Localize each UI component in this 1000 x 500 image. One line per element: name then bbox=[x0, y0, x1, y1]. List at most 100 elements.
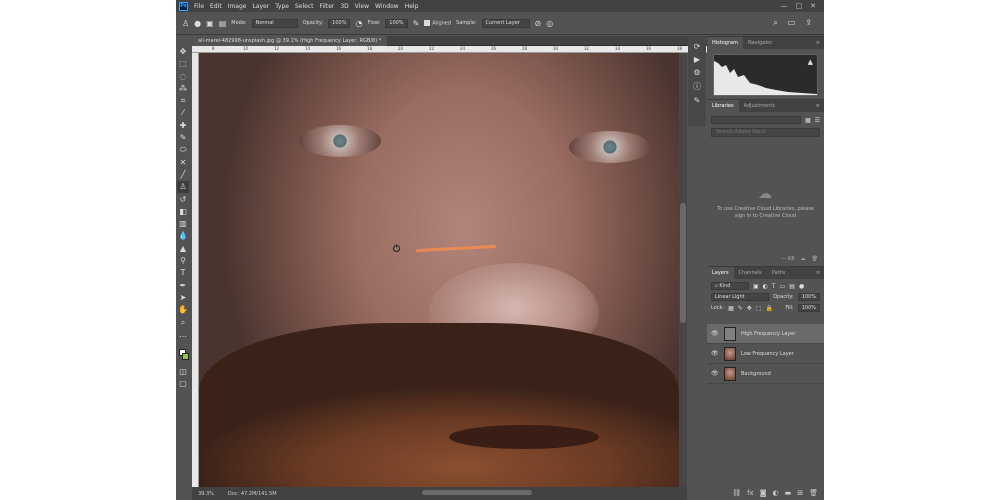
filter-smart-object-icon[interactable]: ▤ bbox=[789, 283, 795, 290]
gradient-tool-icon[interactable]: ▥ bbox=[177, 218, 189, 229]
crop-tool-icon[interactable]: ⌗ bbox=[177, 95, 189, 106]
brushes-panel-icon[interactable]: ✎ bbox=[694, 96, 701, 105]
opacity-field[interactable]: 100% bbox=[328, 18, 351, 28]
visibility-eye-icon[interactable]: 👁 bbox=[711, 370, 719, 377]
brush-tool-icon[interactable]: ✎ bbox=[177, 132, 189, 143]
screen-mode-icon[interactable]: ▢ bbox=[177, 378, 189, 389]
search-icon[interactable]: ⌕ bbox=[773, 18, 777, 28]
clone-stamp-tool-icon[interactable]: ♙ bbox=[177, 181, 189, 193]
patch-tool-icon[interactable]: ⬭ bbox=[177, 144, 189, 155]
layer-row-low-frequency[interactable]: 👁 Low Frequency Layer bbox=[707, 344, 824, 364]
minimize-icon[interactable]: — bbox=[781, 2, 788, 10]
more-tools-icon[interactable]: … bbox=[177, 329, 189, 340]
panel-menu-icon[interactable]: ≡ bbox=[816, 267, 820, 279]
tab-adjustments[interactable]: Adjustments bbox=[739, 100, 780, 112]
history-brush-tool-icon[interactable]: ↺ bbox=[177, 194, 189, 205]
quick-mask-icon[interactable]: ◫ bbox=[177, 366, 189, 377]
visibility-eye-icon[interactable]: 👁 bbox=[711, 330, 719, 337]
layer-row-high-frequency[interactable]: 👁 High Frequency Layer bbox=[707, 324, 824, 344]
doc-size[interactable]: Doc: 47.2M/141.5M bbox=[228, 491, 277, 497]
document-tab[interactable]: ali-marel-482998-unsplash.jpg @ 39.1% (H… bbox=[192, 36, 388, 46]
path-selection-tool-icon[interactable]: ➤ bbox=[177, 292, 189, 303]
menu-select[interactable]: Select bbox=[295, 3, 314, 10]
list-view-icon[interactable]: ☰ bbox=[815, 117, 820, 124]
menu-image[interactable]: Image bbox=[228, 3, 247, 10]
background-color-swatch[interactable] bbox=[182, 353, 189, 361]
blur-tool-icon[interactable]: 💧 bbox=[177, 230, 189, 241]
marquee-tool-icon[interactable]: ⬚ bbox=[177, 58, 189, 69]
tab-channels[interactable]: Channels bbox=[734, 267, 767, 279]
vertical-scrollbar[interactable] bbox=[679, 53, 687, 487]
menu-edit[interactable]: Edit bbox=[210, 3, 222, 10]
library-select[interactable] bbox=[711, 116, 801, 124]
pressure-size-icon[interactable]: ◎ bbox=[546, 19, 553, 28]
maximize-icon[interactable]: □ bbox=[796, 2, 803, 10]
lasso-tool-icon[interactable]: ◌ bbox=[177, 71, 189, 82]
tab-libraries[interactable]: Libraries bbox=[707, 100, 739, 112]
eyedropper-tool-icon[interactable]: ⁄ bbox=[177, 107, 189, 118]
aligned-checkbox[interactable]: Aligned bbox=[424, 19, 451, 26]
menu-file[interactable]: File bbox=[194, 3, 204, 10]
zoom-level[interactable]: 39.3% bbox=[198, 491, 214, 497]
link-icon[interactable]: ⛓ bbox=[732, 489, 741, 497]
stock-search-input[interactable]: Search Adobe Stock bbox=[711, 128, 820, 137]
fx-icon[interactable]: fx bbox=[747, 489, 754, 497]
panel-menu-icon[interactable]: ≡ bbox=[816, 37, 820, 49]
tab-navigator[interactable]: Navigator bbox=[743, 37, 777, 49]
filter-shape-icon[interactable]: ▭ bbox=[780, 283, 786, 290]
menu-help[interactable]: Help bbox=[405, 3, 419, 10]
brush-preset-picker-icon[interactable]: ● bbox=[194, 19, 201, 28]
new-layer-icon[interactable]: ⊞ bbox=[797, 489, 803, 497]
lock-transparent-icon[interactable]: ▦ bbox=[728, 305, 734, 312]
menu-window[interactable]: Window bbox=[375, 3, 399, 10]
workspace-icon[interactable]: ▭ bbox=[788, 18, 796, 28]
menu-view[interactable]: View bbox=[355, 3, 369, 10]
blend-mode-select[interactable]: Linear Light bbox=[711, 293, 770, 301]
pressure-opacity-icon[interactable]: ◔ bbox=[355, 19, 362, 28]
lock-all-icon[interactable]: 🔒 bbox=[766, 305, 773, 312]
lock-pixels-icon[interactable]: ✎ bbox=[738, 305, 743, 312]
tab-histogram[interactable]: Histogram bbox=[707, 37, 743, 49]
sample-select[interactable]: Current Layer bbox=[481, 18, 530, 28]
hand-tool-icon[interactable]: ✋ bbox=[177, 304, 189, 315]
layer-opacity-field[interactable]: 100% bbox=[797, 293, 820, 301]
cache-warning-icon[interactable]: ▲ bbox=[808, 58, 813, 66]
menu-layer[interactable]: Layer bbox=[252, 3, 269, 10]
filter-pixel-icon[interactable]: ▣ bbox=[753, 283, 759, 290]
tab-layers[interactable]: Layers bbox=[707, 267, 734, 279]
lock-artboard-icon[interactable]: ⬚ bbox=[756, 305, 762, 312]
move-tool-icon[interactable]: ✥ bbox=[177, 46, 189, 57]
content-aware-move-tool-icon[interactable]: ✕ bbox=[177, 157, 189, 168]
layer-filter-select[interactable]: ⌕ Kind bbox=[711, 282, 749, 290]
menu-type[interactable]: Type bbox=[275, 3, 289, 10]
visibility-eye-icon[interactable]: 👁 bbox=[711, 350, 719, 357]
info-panel-icon[interactable]: ⓘ bbox=[693, 81, 701, 92]
eraser-tool-icon[interactable]: ◧ bbox=[177, 206, 189, 217]
filter-adjustment-icon[interactable]: ◐ bbox=[763, 283, 768, 290]
menu-3d[interactable]: 3D bbox=[340, 3, 348, 10]
grid-view-icon[interactable]: ▦ bbox=[805, 117, 811, 124]
tab-paths[interactable]: Paths bbox=[767, 267, 791, 279]
close-icon[interactable]: ✕ bbox=[810, 2, 816, 10]
sharpen-tool-icon[interactable]: ▲ bbox=[177, 243, 189, 254]
type-tool-icon[interactable]: T bbox=[177, 267, 189, 278]
share-icon[interactable]: ⇪ bbox=[805, 18, 812, 28]
fill-field[interactable]: 100% bbox=[797, 304, 820, 312]
trash-icon[interactable]: 🗑 bbox=[809, 489, 818, 497]
vertical-scroll-thumb[interactable] bbox=[680, 203, 686, 323]
panel-menu-icon[interactable]: ≡ bbox=[816, 100, 820, 112]
cloud-sync-icon[interactable]: ☁ bbox=[801, 256, 806, 262]
filter-type-icon[interactable]: T bbox=[772, 283, 776, 290]
flow-field[interactable]: 100% bbox=[385, 18, 408, 28]
spot-healing-tool-icon[interactable]: ✚ bbox=[177, 120, 189, 131]
trash-icon[interactable]: 🗑 bbox=[812, 256, 818, 262]
adjustment-icon[interactable]: ◐ bbox=[773, 489, 779, 497]
toggle-clone-source-icon[interactable]: ▤ bbox=[219, 19, 227, 28]
clone-stamp-tool-preset-icon[interactable]: ♙ bbox=[182, 19, 189, 28]
actions-panel-icon[interactable]: ▶ bbox=[694, 55, 700, 64]
toggle-brush-panel-icon[interactable]: ▣ bbox=[206, 19, 214, 28]
image-canvas[interactable] bbox=[199, 53, 679, 487]
quick-selection-tool-icon[interactable]: ⁂ bbox=[177, 83, 189, 94]
dodge-tool-icon[interactable]: ⚲ bbox=[177, 255, 189, 266]
pen-tool-icon[interactable]: ✒ bbox=[177, 280, 189, 291]
